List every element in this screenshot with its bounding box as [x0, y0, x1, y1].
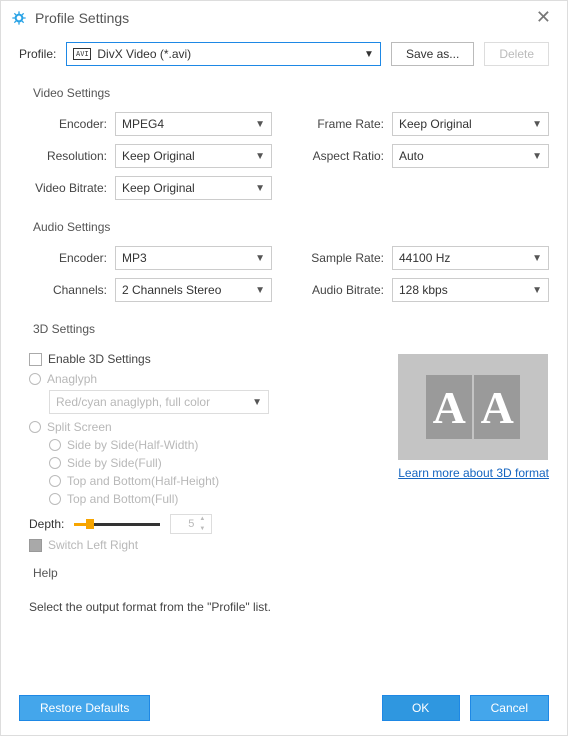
split-screen-radio [29, 421, 41, 433]
samplerate-select[interactable]: 44100 Hz▼ [392, 246, 549, 270]
chevron-down-icon: ▼ [532, 119, 542, 130]
profile-value: DivX Video (*.avi) [97, 47, 191, 61]
audio-bitrate-label: Audio Bitrate: [302, 283, 384, 297]
chevron-down-icon: ▼ [532, 253, 542, 264]
framerate-label: Frame Rate: [302, 117, 384, 131]
audio-encoder-select[interactable]: MP3▼ [115, 246, 272, 270]
depth-numberbox: 5▲▼ [170, 514, 212, 534]
chevron-down-icon: ▼ [255, 285, 265, 296]
enable-3d-checkbox[interactable] [29, 353, 42, 366]
switch-lr-label: Switch Left Right [48, 538, 138, 552]
resolution-label: Resolution: [25, 149, 107, 163]
help-text: Select the output format from the "Profi… [29, 600, 549, 614]
chevron-down-icon: ▼ [255, 151, 265, 162]
ok-button[interactable]: OK [382, 695, 460, 721]
video-bitrate-select[interactable]: Keep Original▼ [115, 176, 272, 200]
depth-slider[interactable] [74, 518, 160, 530]
chevron-down-icon: ▼ [532, 151, 542, 162]
channels-select[interactable]: 2 Channels Stereo▼ [115, 278, 272, 302]
audio-encoder-label: Encoder: [25, 251, 107, 265]
chevron-down-icon: ▼ [255, 183, 265, 194]
spin-up-icon: ▲ [199, 516, 209, 522]
aspect-label: Aspect Ratio: [302, 149, 384, 163]
video-encoder-label: Encoder: [25, 117, 107, 131]
enable-3d-label: Enable 3D Settings [48, 352, 151, 366]
aspect-select[interactable]: Auto▼ [392, 144, 549, 168]
help-title: Help [33, 566, 549, 580]
resolution-select[interactable]: Keep Original▼ [115, 144, 272, 168]
3d-preview: AA [398, 354, 548, 460]
learn-more-link[interactable]: Learn more about 3D format [398, 466, 549, 480]
anaglyph-label: Anaglyph [47, 372, 97, 386]
depth-label: Depth: [29, 517, 64, 531]
chevron-down-icon: ▼ [364, 49, 374, 60]
spin-down-icon: ▼ [199, 526, 209, 532]
chevron-down-icon: ▼ [532, 285, 542, 296]
app-icon [11, 10, 27, 26]
window-title: Profile Settings [35, 10, 530, 26]
channels-label: Channels: [25, 283, 107, 297]
split-screen-label: Split Screen [47, 420, 112, 434]
framerate-select[interactable]: Keep Original▼ [392, 112, 549, 136]
profile-label: Profile: [19, 47, 56, 61]
video-bitrate-label: Video Bitrate: [25, 181, 107, 195]
3d-settings-title: 3D Settings [33, 322, 549, 336]
avi-file-icon: AVI [73, 48, 91, 60]
chevron-down-icon: ▼ [255, 119, 265, 130]
close-icon[interactable]: ✕ [530, 7, 557, 28]
samplerate-label: Sample Rate: [302, 251, 384, 265]
audio-bitrate-select[interactable]: 128 kbps▼ [392, 278, 549, 302]
profile-select[interactable]: AVI DivX Video (*.avi) ▼ [66, 42, 381, 66]
audio-settings-title: Audio Settings [33, 220, 549, 234]
save-as-button[interactable]: Save as... [391, 42, 474, 66]
tb-full-radio [49, 493, 61, 505]
chevron-down-icon: ▼ [252, 397, 262, 408]
chevron-down-icon: ▼ [255, 253, 265, 264]
video-settings-title: Video Settings [33, 86, 549, 100]
cancel-button[interactable]: Cancel [470, 695, 549, 721]
anaglyph-radio [29, 373, 41, 385]
tb-half-radio [49, 475, 61, 487]
video-encoder-select[interactable]: MPEG4▼ [115, 112, 272, 136]
delete-button: Delete [484, 42, 549, 66]
sbs-full-radio [49, 457, 61, 469]
sbs-half-radio [49, 439, 61, 451]
restore-defaults-button[interactable]: Restore Defaults [19, 695, 150, 721]
anaglyph-select: Red/cyan anaglyph, full color▼ [49, 390, 269, 414]
switch-lr-checkbox [29, 539, 42, 552]
